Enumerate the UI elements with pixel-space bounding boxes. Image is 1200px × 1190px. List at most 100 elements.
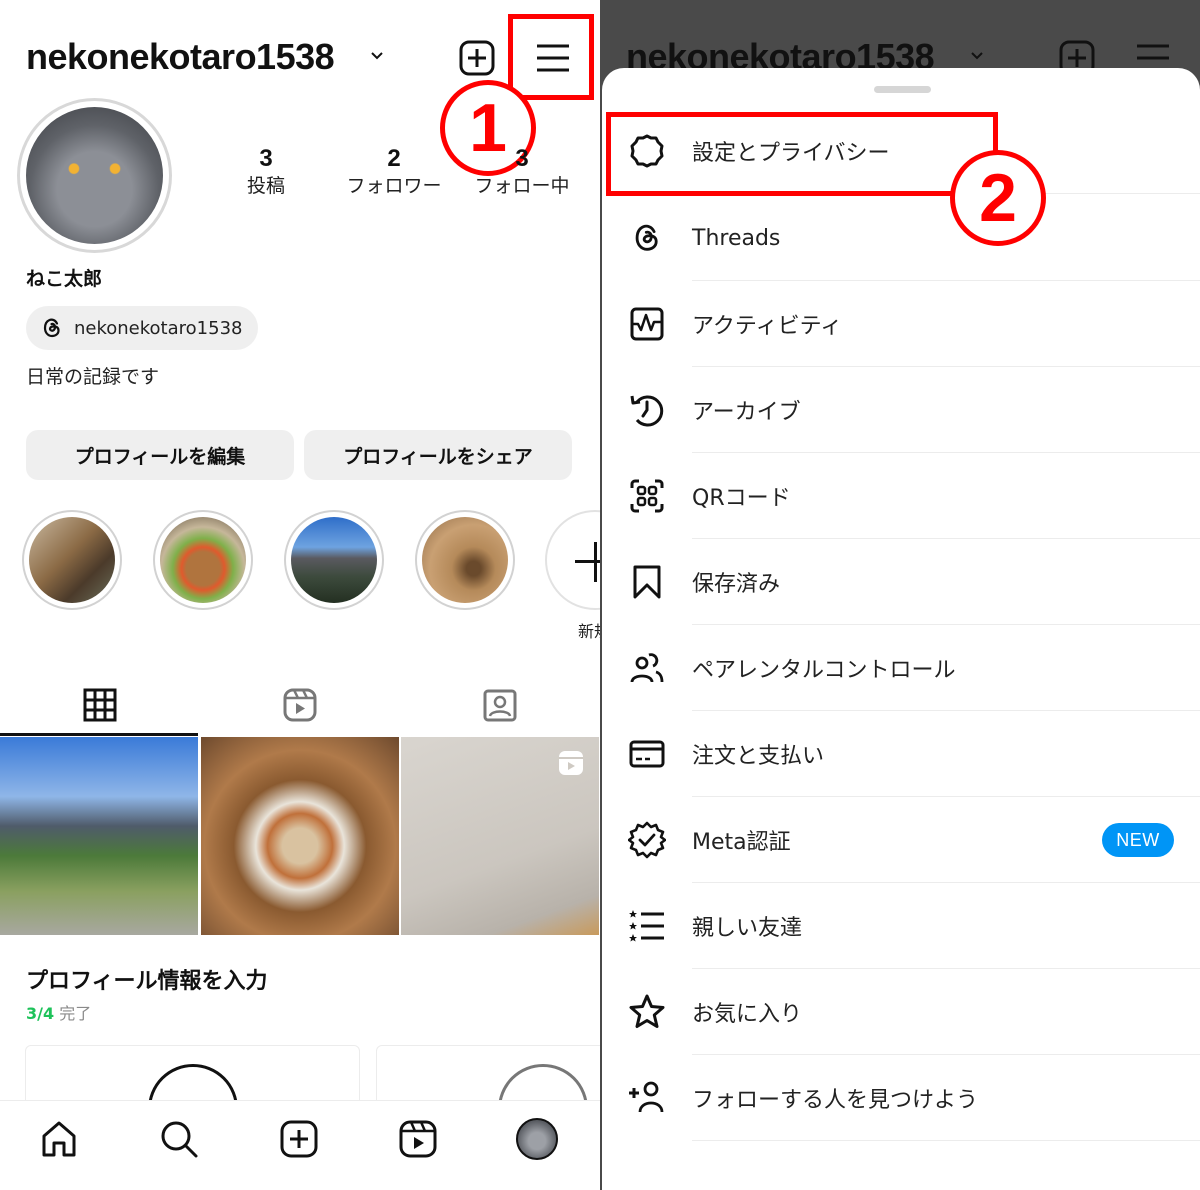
- menu-item-label: Meta認証: [692, 830, 791, 855]
- menu-item-orders-payments[interactable]: 注文と支払い: [602, 711, 1200, 797]
- highlight-noodles[interactable]: [153, 510, 253, 610]
- stat-followers[interactable]: 2 フォロワー: [329, 145, 459, 199]
- stat-followers-count: 2: [387, 145, 401, 172]
- divider: [692, 1140, 1200, 1141]
- annotation-step-2: 2: [950, 150, 1046, 246]
- menu-item-label: 保存済み: [692, 572, 781, 597]
- chevron-down-icon[interactable]: [368, 46, 386, 64]
- tab-reels[interactable]: [200, 680, 400, 730]
- menu-item-label: 親しい友達: [692, 916, 803, 941]
- stat-following-label: フォロー中: [474, 175, 570, 197]
- stat-followers-label: フォロワー: [346, 175, 442, 197]
- highlight-image: [291, 517, 377, 603]
- nav-reels[interactable]: [396, 1117, 440, 1161]
- new-highlight-label: 新規: [578, 622, 600, 641]
- active-tab-indicator: [0, 733, 198, 736]
- threads-handle: nekonekotaro1538: [74, 317, 243, 339]
- credit-card-icon: [628, 735, 666, 773]
- menu-item-label: Threads: [692, 225, 781, 251]
- progress-count: 3/4: [26, 1004, 55, 1023]
- search-icon: [161, 1121, 198, 1158]
- complete-profile-progress: 3/4 完了: [26, 1000, 91, 1024]
- edit-profile-button[interactable]: プロフィールを編集: [26, 430, 294, 480]
- nav-home[interactable]: [37, 1117, 81, 1161]
- profile-avatar[interactable]: [17, 98, 172, 253]
- menu-screen: nekonekotaro1538 設定とプライバシー Threads アクティビ…: [600, 0, 1200, 1190]
- home-icon: [42, 1121, 76, 1157]
- menu-item-archive[interactable]: アーカイブ: [602, 367, 1200, 453]
- nav-profile[interactable]: [515, 1117, 559, 1161]
- nav-create[interactable]: [277, 1117, 321, 1161]
- new-highlight-button[interactable]: [545, 510, 600, 610]
- parental-control-icon: [628, 649, 666, 687]
- plus-icon-bar: [575, 560, 600, 563]
- progress-suffix: 完了: [59, 1004, 92, 1023]
- stat-posts-label: 投稿: [246, 175, 285, 197]
- menu-item-label: アクティビティ: [692, 314, 843, 339]
- new-post-icon[interactable]: [457, 38, 497, 78]
- stat-following-count: 3: [515, 145, 529, 172]
- menu-item-label: ペアレンタルコントロール: [692, 658, 956, 683]
- menu-item-label: QRコード: [692, 486, 791, 511]
- create-post-icon: [280, 1120, 318, 1158]
- stat-posts[interactable]: 3 投稿: [201, 145, 331, 199]
- tab-grid[interactable]: [0, 680, 200, 730]
- star-icon: [628, 993, 666, 1031]
- annotation-highlight-settings: [606, 112, 998, 196]
- threads-icon: [43, 318, 60, 338]
- archive-clock-icon: [628, 391, 666, 429]
- bottom-navigation: [0, 1100, 600, 1190]
- profile-avatar-icon: [516, 1118, 558, 1160]
- qr-code-icon: [628, 477, 666, 515]
- bookmark-icon: [628, 563, 666, 601]
- menu-item-parental-control[interactable]: ペアレンタルコントロール: [602, 625, 1200, 711]
- profile-screen: nekonekotaro1538 1 3 投稿 2 フォロワー 3 フォロー中 …: [0, 0, 600, 1190]
- highlight-image: [422, 517, 508, 603]
- grid-icon: [83, 688, 117, 722]
- highlight-cafe[interactable]: [22, 510, 122, 610]
- menu-item-threads[interactable]: Threads: [602, 195, 1200, 281]
- reel-badge-icon: [559, 751, 583, 775]
- reels-icon: [283, 688, 317, 722]
- highlight-image: [160, 517, 246, 603]
- menu-item-activity[interactable]: アクティビティ: [602, 281, 1200, 367]
- verified-badge-icon: [628, 821, 666, 859]
- share-profile-button[interactable]: プロフィールをシェア: [304, 430, 572, 480]
- activity-icon: [628, 305, 666, 343]
- menu-item-favorites[interactable]: お気に入り: [602, 969, 1200, 1055]
- menu-item-saved[interactable]: 保存済み: [602, 539, 1200, 625]
- menu-item-label: 注文と支払い: [692, 744, 825, 769]
- stat-posts-count: 3: [259, 145, 273, 172]
- new-badge: NEW: [1102, 823, 1174, 857]
- menu-item-meta-verified[interactable]: Meta認証 NEW: [602, 797, 1200, 883]
- menu-item-qr-code[interactable]: QRコード: [602, 453, 1200, 539]
- profile-bio: 日常の記録です: [26, 366, 160, 388]
- reels-icon: [399, 1120, 437, 1158]
- chevron-down-icon: [971, 52, 983, 60]
- post-thumbnail[interactable]: [0, 737, 198, 935]
- menu-item-label: アーカイブ: [692, 400, 801, 425]
- close-friends-icon: [628, 907, 666, 945]
- complete-profile-title: プロフィール情報を入力: [26, 969, 268, 994]
- add-person-icon: [628, 1079, 666, 1117]
- nav-search[interactable]: [157, 1117, 201, 1161]
- tagged-person-icon: [483, 689, 517, 722]
- highlight-dog[interactable]: [415, 510, 515, 610]
- highlight-image: [29, 517, 115, 603]
- annotation-highlight-menu: [508, 14, 594, 100]
- menu-item-discover-people[interactable]: フォローする人を見つけよう: [602, 1055, 1200, 1141]
- profile-username[interactable]: nekonekotaro1538: [26, 36, 335, 78]
- menu-item-close-friends[interactable]: 親しい友達: [602, 883, 1200, 969]
- menu-item-label: お気に入り: [692, 1002, 803, 1027]
- avatar-photo-cat: [26, 107, 163, 244]
- stat-following[interactable]: 3 フォロー中: [457, 145, 587, 199]
- display-name: ねこ太郎: [26, 268, 103, 290]
- post-thumbnail[interactable]: [201, 737, 399, 935]
- menu-bottom-sheet: 設定とプライバシー Threads アクティビティ アーカイブ QRコード 保存…: [602, 68, 1200, 1190]
- threads-link-chip[interactable]: nekonekotaro1538: [26, 306, 258, 350]
- threads-icon: [628, 219, 666, 257]
- menu-item-label: フォローする人を見つけよう: [692, 1088, 979, 1113]
- sheet-drag-handle[interactable]: [874, 86, 931, 93]
- tab-tagged[interactable]: [400, 680, 600, 730]
- highlight-mountain[interactable]: [284, 510, 384, 610]
